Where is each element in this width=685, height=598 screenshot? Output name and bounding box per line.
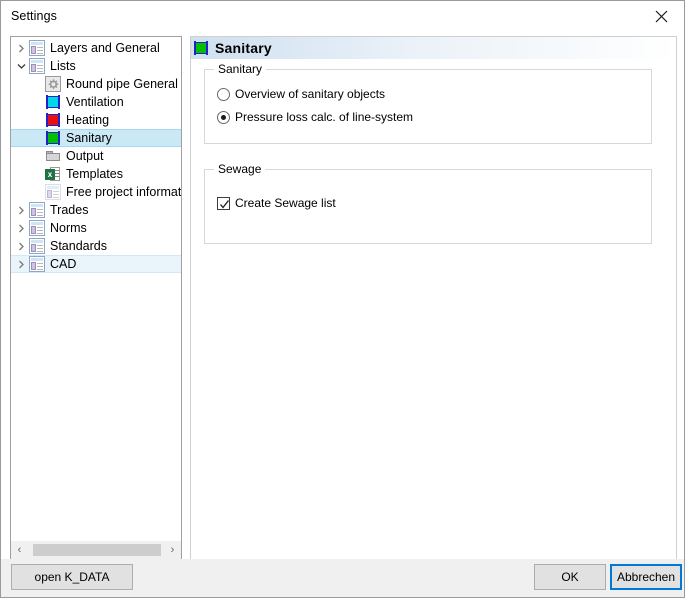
tree-item-free-project-informat[interactable]: Free project informat: [11, 183, 181, 201]
group-sanitary-title: Sanitary: [214, 62, 267, 76]
tree-item-lists[interactable]: Lists: [11, 57, 181, 75]
green-duct-icon: [45, 130, 61, 146]
tree-item-label: Lists: [50, 59, 76, 73]
tree-item-label: Layers and General: [50, 41, 160, 55]
tree-item-label: Heating: [66, 113, 110, 127]
chevron-right-icon[interactable]: [13, 224, 29, 233]
cyan-duct-icon: [45, 94, 61, 110]
tree-item-label: Ventilation: [66, 95, 124, 109]
checkbox-create-sewage-list[interactable]: Create Sewage list: [217, 196, 336, 210]
checkbox-indicator[interactable]: [217, 196, 230, 210]
tree-item-label: Trades: [50, 203, 89, 217]
title-bar: Settings: [1, 1, 684, 31]
chevron-right-icon[interactable]: [13, 260, 29, 269]
chevron-right-icon[interactable]: [13, 242, 29, 251]
tree-item-label: Norms: [50, 221, 87, 235]
group-sewage-title: Sewage: [214, 162, 266, 176]
tree-item-icon-wrap: [29, 202, 50, 218]
radio-pressure-loss-calc-of-line-system[interactable]: Pressure loss calc. of line-system: [217, 110, 413, 124]
scrollbar-track[interactable]: [28, 541, 164, 559]
settings-tree-panel: Layers and General Lists Round pipe Genera…: [10, 36, 182, 560]
chevron-right-icon[interactable]: [13, 206, 29, 215]
chevron-down-icon[interactable]: [13, 62, 29, 71]
tree-item-standards[interactable]: Standards: [11, 237, 181, 255]
cancel-button[interactable]: Abbrechen: [610, 564, 682, 590]
content-title: Sanitary: [215, 40, 272, 56]
content-panel: Sanitary Sanitary Overview of sanitary o…: [190, 36, 677, 560]
radio-indicator[interactable]: [217, 87, 230, 101]
tree-item-label: Round pipe General: [66, 77, 178, 91]
gear-icon: [45, 76, 61, 92]
tree-item-output[interactable]: Output: [11, 147, 181, 165]
tree-item-icon-wrap: [45, 130, 66, 146]
scroll-left-arrow-icon[interactable]: ‹: [11, 541, 28, 559]
window-pale-icon: [45, 184, 61, 200]
window-icon: [29, 202, 45, 218]
tree-item-icon-wrap: [29, 58, 50, 74]
checkbox-label: Create Sewage list: [235, 196, 336, 210]
green-duct-icon: [193, 40, 209, 56]
settings-tree[interactable]: Layers and General Lists Round pipe Genera…: [11, 39, 181, 540]
window-icon: [29, 256, 45, 272]
radio-label: Pressure loss calc. of line-system: [235, 110, 414, 124]
close-icon: [655, 10, 668, 23]
tree-item-label: Free project informat: [66, 185, 181, 199]
tree-item-sanitary[interactable]: Sanitary: [11, 129, 181, 147]
tree-item-icon-wrap: [45, 112, 66, 128]
content-header: Sanitary: [191, 37, 676, 59]
tree-item-label: CAD: [50, 257, 77, 271]
window-icon: [29, 40, 45, 56]
chevron-right-icon[interactable]: [13, 44, 29, 53]
tree-item-icon-wrap: [29, 40, 50, 56]
tree-item-label: Templates: [66, 167, 123, 181]
window-title: Settings: [11, 9, 57, 23]
check-icon: [220, 199, 230, 209]
group-sanitary: Sanitary Overview of sanitary objects Pr…: [204, 62, 652, 144]
window-icon: [29, 238, 45, 254]
scrollbar-thumb[interactable]: [33, 544, 161, 556]
tree-item-icon-wrap: [45, 184, 66, 200]
tree-item-trades[interactable]: Trades: [11, 201, 181, 219]
close-button[interactable]: [638, 1, 684, 31]
tree-item-icon-wrap: [29, 238, 50, 254]
tree-item-round-pipe-general[interactable]: Round pipe General: [11, 75, 181, 93]
tree-item-label: Sanitary: [66, 131, 112, 145]
settings-dialog: Settings Layers and General Lists Round pi…: [0, 0, 685, 598]
ok-button[interactable]: OK: [534, 564, 606, 590]
tree-item-norms[interactable]: Norms: [11, 219, 181, 237]
tree-item-templates[interactable]: x Templates: [11, 165, 181, 183]
radio-indicator[interactable]: [217, 110, 230, 124]
window-icon: [29, 220, 45, 236]
folder-icon: [45, 148, 61, 164]
tree-item-label: Standards: [50, 239, 107, 253]
tree-item-cad[interactable]: CAD: [11, 255, 181, 273]
tree-horizontal-scrollbar[interactable]: ‹ ›: [11, 541, 181, 559]
tree-item-layers-and-general[interactable]: Layers and General: [11, 39, 181, 57]
tree-item-icon-wrap: [29, 256, 50, 272]
scroll-right-arrow-icon[interactable]: ›: [164, 541, 181, 559]
tree-item-icon-wrap: [45, 76, 66, 92]
tree-item-icon-wrap: [45, 94, 66, 110]
tree-item-icon-wrap: x: [45, 166, 66, 182]
tree-item-icon-wrap: [45, 148, 66, 164]
open-kdata-button[interactable]: open K_DATA: [11, 564, 133, 590]
group-sewage: Sewage Create Sewage list: [204, 162, 652, 244]
radio-overview-of-sanitary-objects[interactable]: Overview of sanitary objects: [217, 87, 385, 101]
red-duct-icon: [45, 112, 61, 128]
tree-item-label: Output: [66, 149, 104, 163]
tree-item-heating[interactable]: Heating: [11, 111, 181, 129]
radio-label: Overview of sanitary objects: [235, 87, 386, 101]
tree-item-icon-wrap: [29, 220, 50, 236]
window-icon: [29, 58, 45, 74]
tree-item-ventilation[interactable]: Ventilation: [11, 93, 181, 111]
excel-icon: x: [45, 166, 61, 182]
dialog-body: Layers and General Lists Round pipe Genera…: [1, 31, 684, 560]
dialog-footer: open K_DATA OK Abbrechen: [1, 559, 684, 597]
